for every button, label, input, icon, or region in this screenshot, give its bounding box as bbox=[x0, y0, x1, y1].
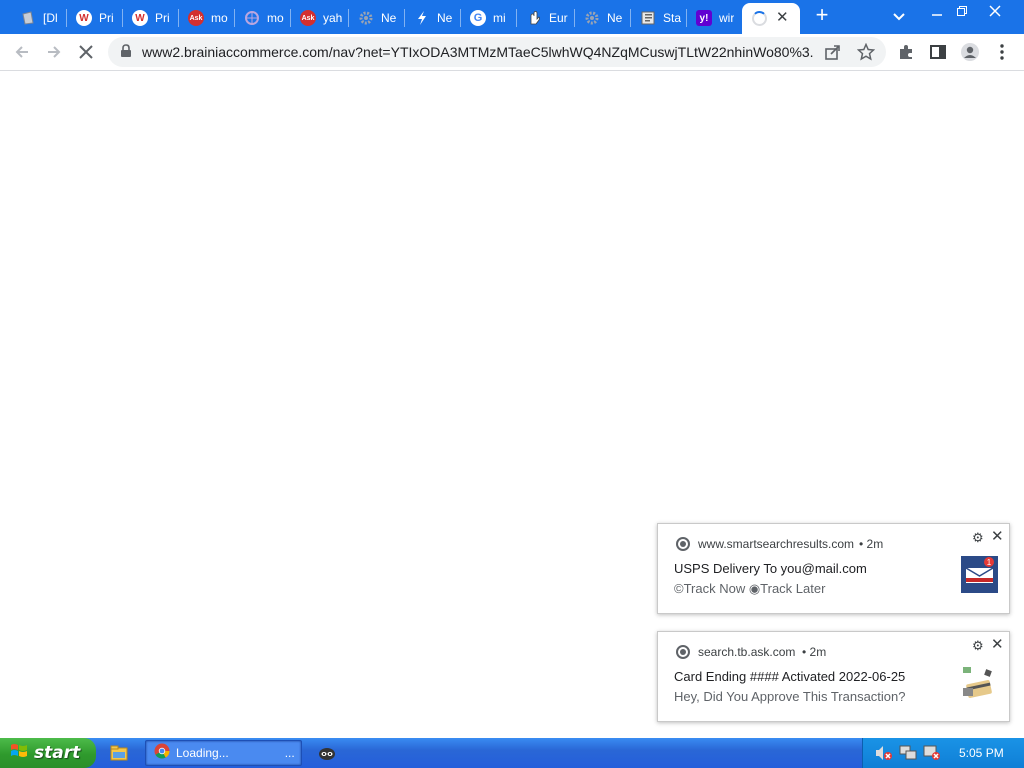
gear-icon bbox=[584, 10, 600, 26]
tab-title: yah bbox=[323, 11, 343, 25]
tab-2[interactable]: W Pri bbox=[70, 5, 120, 31]
bolt-icon bbox=[414, 10, 430, 26]
url-text[interactable]: www2.brainiaccommerce.com/nav?net=YTIxOD… bbox=[142, 44, 814, 60]
chrome-icon bbox=[154, 743, 170, 764]
chrome-icon bbox=[676, 645, 690, 659]
notification-source: www.smartsearchresults.com bbox=[698, 537, 855, 551]
gear-icon bbox=[358, 10, 374, 26]
red-w-icon: W bbox=[132, 10, 148, 26]
extensions-puzzle-icon[interactable] bbox=[894, 40, 918, 64]
tab-title: Sta bbox=[663, 11, 682, 25]
tab-title: wir bbox=[719, 11, 735, 25]
google-icon: G bbox=[470, 10, 486, 26]
start-button[interactable]: start bbox=[0, 738, 96, 768]
loading-spinner-icon bbox=[752, 11, 767, 26]
close-icon[interactable]: ✕ bbox=[991, 635, 1004, 653]
lock-icon[interactable] bbox=[120, 44, 132, 63]
credit-card-icon bbox=[961, 664, 998, 701]
tab-5[interactable]: mo bbox=[238, 5, 288, 31]
tab-title: Pri bbox=[99, 11, 114, 25]
share-icon[interactable] bbox=[824, 43, 842, 66]
back-button[interactable] bbox=[10, 40, 34, 64]
system-tray: 5:05 PM bbox=[862, 738, 1024, 768]
document-icon bbox=[20, 10, 36, 26]
notification-title: USPS Delivery To you@mail.com bbox=[674, 561, 867, 576]
screen: [Dl W Pri W Pri Ask mo mo Ask yah Ne Ne … bbox=[0, 0, 1024, 768]
tab-1[interactable]: [Dl bbox=[14, 5, 64, 31]
tab-title: mo bbox=[211, 11, 228, 25]
browser-toolbar: www2.brainiaccommerce.com/nav?net=YTIxOD… bbox=[0, 34, 1024, 71]
tab-title: Pri bbox=[155, 11, 170, 25]
file-explorer-icon[interactable] bbox=[110, 744, 128, 767]
taskbar-item-ellipsis: ... bbox=[284, 746, 295, 760]
close-tab-icon[interactable]: ✕ bbox=[776, 8, 789, 26]
taskbar: start Loading... ... 5:05 PM bbox=[0, 738, 1024, 768]
chrome-icon bbox=[676, 537, 690, 551]
tab-title: Ne bbox=[607, 11, 623, 25]
tab-9[interactable]: G mi bbox=[464, 5, 514, 31]
tab-6[interactable]: Ask yah bbox=[294, 5, 346, 31]
forward-button[interactable] bbox=[42, 40, 66, 64]
notification-body[interactable]: ©Track Now ◉Track Later bbox=[674, 581, 825, 597]
taskbar-item-label: Loading... bbox=[176, 746, 229, 760]
profile-avatar-icon[interactable] bbox=[958, 40, 982, 64]
tab-3[interactable]: W Pri bbox=[126, 5, 176, 31]
red-w-icon: W bbox=[76, 10, 92, 26]
tab-4[interactable]: Ask mo bbox=[182, 5, 232, 31]
book-icon bbox=[640, 10, 656, 26]
notification-badge: 1 bbox=[987, 558, 992, 567]
ask-icon: Ask bbox=[188, 10, 204, 26]
windows-logo-icon bbox=[10, 742, 28, 765]
address-bar[interactable]: www2.brainiaccommerce.com/nav?net=YTIxOD… bbox=[108, 37, 886, 67]
clock[interactable]: 5:05 PM bbox=[959, 746, 1004, 760]
yahoo-icon: y! bbox=[696, 10, 712, 26]
network-error-icon[interactable] bbox=[923, 745, 941, 766]
tab-title: Eur bbox=[549, 11, 568, 25]
notification-time: • 2m bbox=[859, 537, 884, 551]
tab-title: Ne bbox=[437, 11, 453, 25]
side-panel-icon[interactable] bbox=[926, 40, 950, 64]
tab-10[interactable]: Eur bbox=[520, 5, 572, 31]
tab-11[interactable]: Ne bbox=[578, 5, 628, 31]
chevron-down-icon[interactable] bbox=[889, 6, 909, 26]
tab-title: [Dl bbox=[43, 11, 58, 25]
notification-title: Card Ending #### Activated 2022-06-25 bbox=[674, 669, 906, 684]
hand-icon bbox=[526, 10, 542, 26]
notification-usps[interactable]: www.smartsearchresults.com • 2m ⚙ ✕ USPS… bbox=[657, 523, 1010, 614]
volume-muted-icon[interactable] bbox=[875, 745, 893, 766]
raccoon-app-icon[interactable] bbox=[318, 745, 336, 766]
new-tab-button[interactable]: + bbox=[810, 4, 834, 28]
tab-13[interactable]: y! wir bbox=[690, 5, 742, 31]
tab-12[interactable]: Sta bbox=[634, 5, 684, 31]
mail-package-icon: 1 bbox=[961, 556, 998, 593]
gear-icon[interactable]: ⚙ bbox=[972, 638, 984, 654]
tab-7[interactable]: Ne bbox=[352, 5, 402, 31]
notification-time: • 2m bbox=[802, 645, 827, 659]
menu-kebab-icon[interactable] bbox=[990, 40, 1014, 64]
close-window-button[interactable] bbox=[984, 2, 1006, 20]
tab-title: mo bbox=[267, 11, 284, 25]
notification-body[interactable]: Hey, Did You Approve This Transaction? bbox=[674, 689, 906, 704]
tab-title: Ne bbox=[381, 11, 397, 25]
ask-icon: Ask bbox=[300, 10, 316, 26]
close-icon[interactable]: ✕ bbox=[991, 527, 1004, 545]
notification-source: search.tb.ask.com bbox=[698, 645, 796, 659]
tab-strip: [Dl W Pri W Pri Ask mo mo Ask yah Ne Ne … bbox=[0, 0, 1024, 34]
stop-loading-button[interactable] bbox=[74, 40, 98, 64]
network-icon[interactable] bbox=[899, 745, 917, 766]
tab-8[interactable]: Ne bbox=[408, 5, 458, 31]
notification-card-activated[interactable]: search.tb.ask.com • 2m ⚙ ✕ Card Ending #… bbox=[657, 631, 1010, 722]
gear-icon[interactable]: ⚙ bbox=[972, 530, 984, 546]
bookmark-star-icon[interactable] bbox=[856, 42, 876, 66]
restore-button[interactable] bbox=[951, 2, 973, 20]
start-label: start bbox=[34, 743, 81, 763]
globe-icon bbox=[244, 10, 260, 26]
tab-active-loading[interactable]: ✕ bbox=[742, 3, 800, 34]
tab-title: mi bbox=[493, 11, 506, 25]
minimize-button[interactable] bbox=[926, 2, 948, 20]
taskbar-item-chrome[interactable]: Loading... ... bbox=[145, 740, 302, 766]
